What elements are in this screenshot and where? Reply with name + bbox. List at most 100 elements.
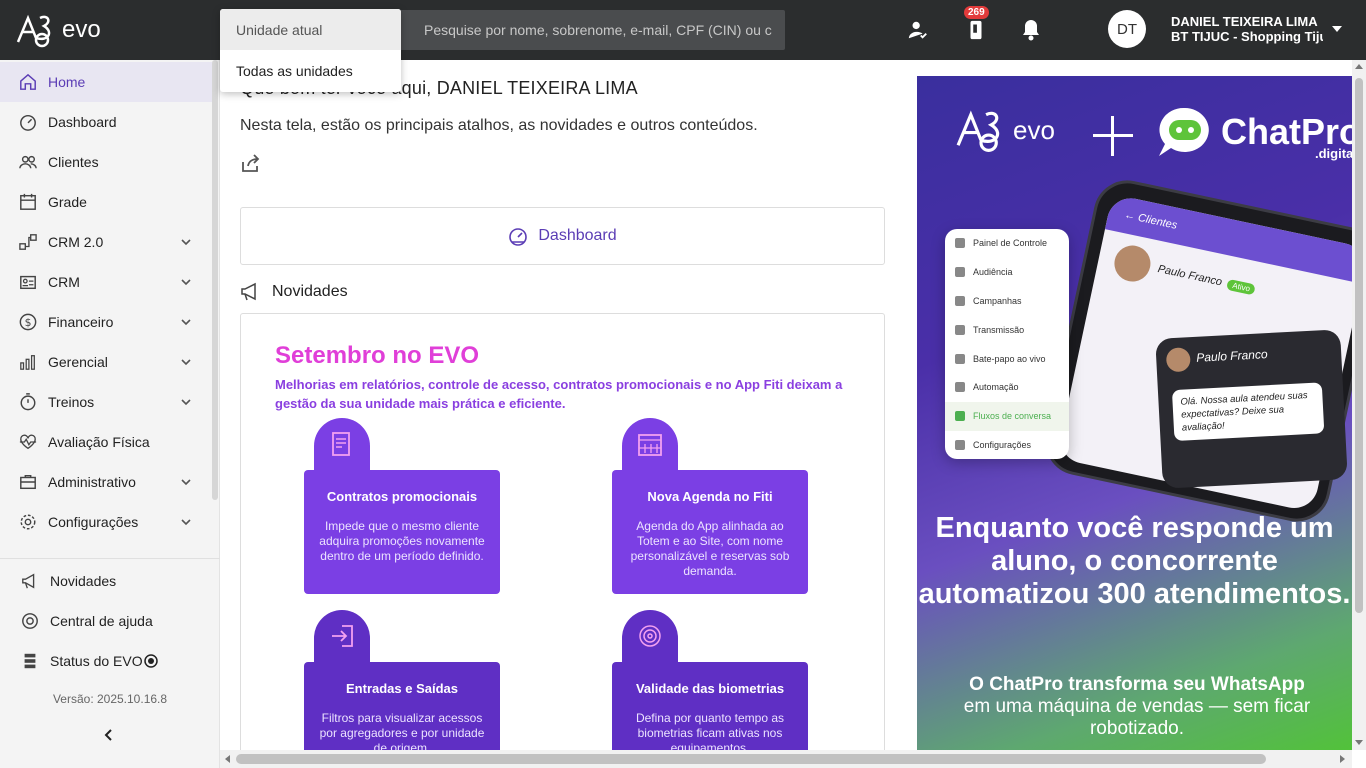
contact-status: Ativo [1226, 278, 1257, 295]
gear-icon [18, 512, 38, 532]
megaphone-icon [20, 571, 40, 591]
chat-message: Olá. Nossa aula atendeu suas expectativa… [1171, 382, 1325, 442]
sidebar-item-clientes[interactable]: Clientes [0, 142, 212, 182]
chevron-down-icon [180, 515, 192, 531]
sidebar-item-dashboard[interactable]: Dashboard [0, 102, 212, 142]
crm-flow-icon [18, 232, 38, 252]
chevron-down-icon [180, 355, 192, 371]
sidebar-item-gerencial[interactable]: Gerencial [0, 342, 212, 382]
horizontal-scrollbar[interactable] [220, 750, 1352, 768]
chevron-down-icon[interactable] [1332, 26, 1342, 32]
news-section-title: Novidades [240, 282, 348, 302]
id-card-icon [18, 272, 38, 292]
feature-title: Entradas e Saídas [346, 681, 458, 696]
scroll-down-icon[interactable] [1355, 740, 1363, 745]
status-indicator-icon [143, 654, 158, 668]
sidebar-item-treinos[interactable]: Treinos [0, 382, 212, 422]
sidebar-item-grade[interactable]: Grade [0, 182, 212, 222]
sidebar-item-home[interactable]: Home [0, 62, 212, 102]
bell-icon[interactable] [1019, 18, 1043, 42]
feature-desc: Impede que o mesmo cliente adquira promo… [319, 519, 485, 563]
sidebar-item-label: Dashboard [48, 114, 117, 130]
user-menu[interactable]: DANIEL TEIXEIRA LIMA BT TIJUC - Shopping… [1171, 14, 1323, 44]
sidebar-item-administrativo[interactable]: Administrativo [0, 462, 212, 502]
sidebar-item-label: CRM 2.0 [48, 234, 104, 250]
menu-item-active: Fluxos de conversa [945, 401, 1069, 431]
logo-text: evo [62, 16, 101, 43]
dashboard-shortcut[interactable]: Dashboard [240, 207, 885, 265]
chevron-down-icon [180, 275, 192, 291]
feature-card: Validade das biometrias Defina por quant… [612, 662, 808, 752]
sidebar-item-central-ajuda[interactable]: Central de ajuda [0, 601, 212, 641]
notification-badge: 269 [964, 6, 989, 19]
chatpro-promo-banner[interactable]: evo ChatPro .digital ← Clientes Paulo Fr… [917, 76, 1352, 750]
search-input[interactable] [424, 10, 779, 50]
unit-name: BT TIJUC - Shopping Tijuca [1171, 29, 1323, 44]
chevron-down-icon [180, 395, 192, 411]
evo-logo-icon [16, 14, 51, 48]
sidebar-scrollbar[interactable] [212, 60, 218, 500]
stopwatch-icon [18, 392, 38, 412]
banner-headline: Enquanto você responde um aluno, o conco… [918, 512, 1351, 610]
main-content: Que bom ter você aqui, DANIEL TEIXEIRA L… [220, 60, 905, 753]
sidebar-item-status[interactable]: Status do EVO [0, 641, 212, 681]
top-bar: evo 269 DT DANIEL TEIXEIRA LIMA BT TIJUC… [0, 0, 1366, 60]
sidebar: Home Dashboard Clientes Grade CRM 2.0 CR… [0, 60, 220, 768]
sidebar-item-crm[interactable]: CRM [0, 262, 212, 302]
banner-tagline: O ChatPro transforma seu WhatsApp em uma… [917, 674, 1352, 740]
share-icon[interactable] [240, 152, 262, 179]
scope-dropdown: Unidade atual Todas as unidades [220, 9, 401, 92]
chatpro-logo: ChatPro .digital [1155, 106, 1352, 161]
feature-title: Validade das biometrias [635, 681, 785, 696]
sidebar-item-configuracoes[interactable]: Configurações [0, 502, 212, 542]
chat-avatar [1165, 347, 1191, 373]
mobile-notification-icon[interactable] [964, 18, 988, 42]
bar-chart-icon [18, 352, 38, 372]
heartbeat-icon [18, 432, 38, 452]
chevron-down-icon [180, 475, 192, 491]
collapse-sidebar-icon[interactable] [102, 728, 116, 747]
sidebar-item-label: CRM [48, 274, 80, 290]
scroll-up-icon[interactable] [1355, 64, 1363, 69]
feature-title: Nova Agenda no Fiti [647, 489, 773, 504]
contact-avatar [1111, 242, 1154, 285]
sidebar-item-crm-2[interactable]: CRM 2.0 [0, 222, 212, 262]
lifebuoy-icon [20, 611, 40, 631]
menu-item: Automação [945, 373, 1069, 402]
scroll-right-icon[interactable] [1340, 755, 1345, 763]
speedometer-icon [509, 228, 528, 246]
evo-logo[interactable]: evo [14, 10, 101, 50]
sidebar-item-avaliacao-fisica[interactable]: Avaliação Física [0, 422, 212, 462]
user-check-icon[interactable] [906, 18, 930, 42]
sidebar-item-label: Grade [48, 194, 87, 210]
briefcase-icon [18, 472, 38, 492]
scrollbar-thumb[interactable] [236, 754, 1266, 764]
fingerprint-icon [622, 610, 678, 666]
scope-option-current[interactable]: Unidade atual [220, 9, 401, 50]
contact-name: Paulo Franco [1156, 263, 1224, 289]
chevron-down-icon [180, 235, 192, 251]
sidebar-item-novidades[interactable]: Novidades [0, 561, 212, 601]
scope-option-all[interactable]: Todas as unidades [220, 50, 401, 91]
megaphone-icon [241, 282, 256, 301]
page-subtitle: Nesta tela, estão os principais atalhos,… [240, 117, 758, 134]
banner-tagline-rest: em uma máquina de vendas — sem ficar rob… [963, 696, 1311, 739]
news-card-title: Setembro no EVO [275, 342, 480, 369]
banner-tagline-bold: O ChatPro transforma seu WhatsApp [969, 674, 1305, 695]
sidebar-item-financeiro[interactable]: $ Financeiro [0, 302, 212, 342]
scrollbar-thumb[interactable] [1355, 78, 1363, 613]
contract-icon [314, 418, 370, 474]
sidebar-item-label: Financeiro [48, 314, 114, 330]
vertical-scrollbar[interactable] [1352, 60, 1366, 750]
evo-logo: evo [953, 106, 1055, 154]
avatar[interactable]: DT [1108, 10, 1146, 48]
feature-card: Contratos promocionais Impede que o mesm… [304, 470, 500, 594]
sidebar-item-label: Central de ajuda [50, 613, 153, 629]
users-icon [18, 152, 38, 172]
chatpro-bubble-icon [1159, 107, 1209, 156]
menu-item: Audiência [945, 258, 1069, 287]
menu-item: Campanhas [945, 287, 1069, 316]
scroll-left-icon[interactable] [225, 755, 230, 763]
news-card[interactable]: Setembro no EVO Melhorias em relatórios,… [240, 313, 885, 753]
chevron-down-icon [180, 315, 192, 331]
